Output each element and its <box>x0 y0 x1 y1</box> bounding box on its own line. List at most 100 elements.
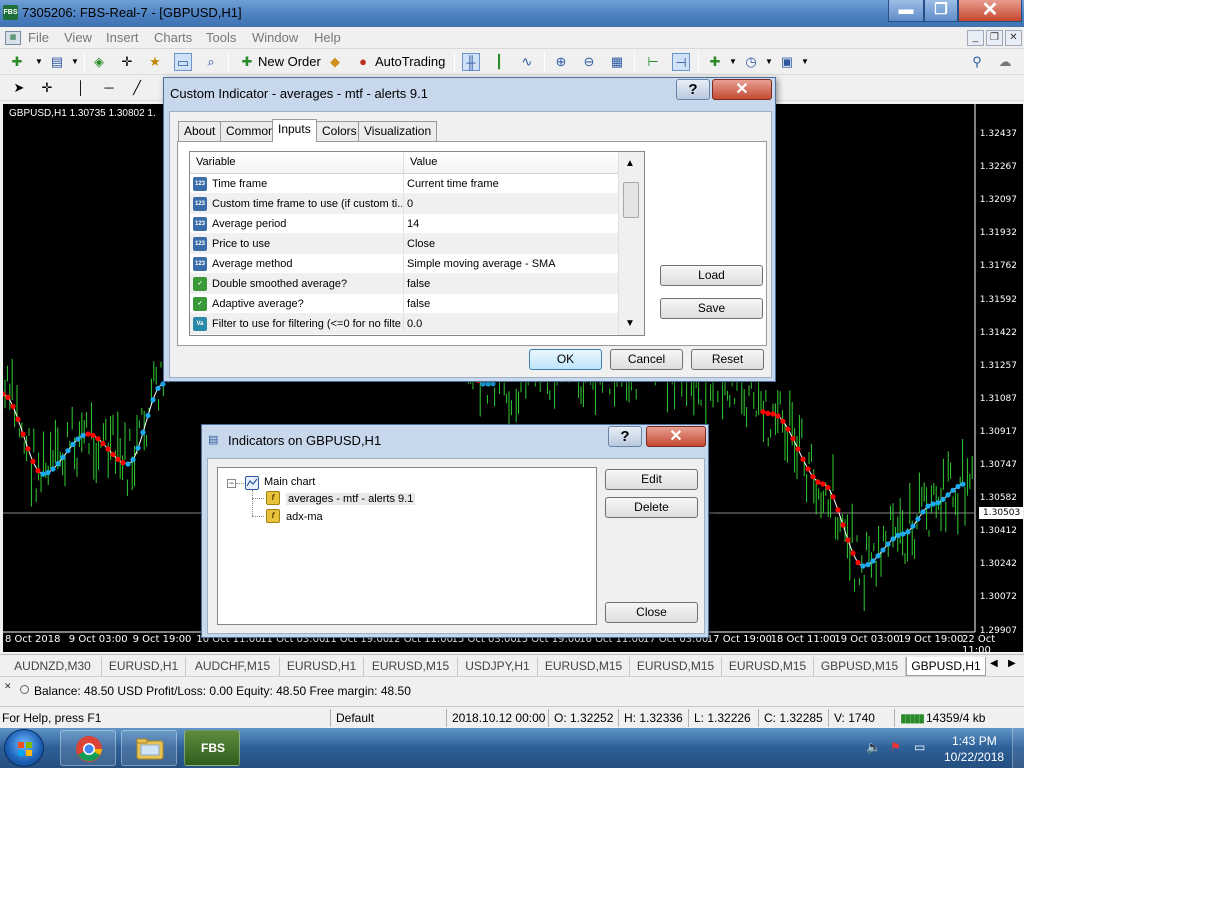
close-window-button[interactable]: ✕ <box>958 0 1022 22</box>
data-window-icon[interactable]: ✛ <box>118 53 136 71</box>
mdi-minimize-button[interactable]: _ <box>967 30 984 46</box>
table-row[interactable]: 123 Average method Simple moving average … <box>190 254 618 274</box>
autotrading-icon[interactable]: ● <box>354 53 372 71</box>
menu-help[interactable]: Help <box>314 30 341 45</box>
line-chart-icon[interactable]: ∿ <box>518 53 536 71</box>
variable-value[interactable]: false <box>407 278 430 290</box>
window-titlebar[interactable]: FBS 7305206: FBS-Real-7 - [GBPUSD,H1] ▬ … <box>0 0 1024 27</box>
scroll-up-icon[interactable]: ▲ <box>625 158 635 169</box>
zoom-out-icon[interactable]: ⊖ <box>580 53 598 71</box>
menu-window[interactable]: Window <box>252 30 298 45</box>
load-button[interactable]: Load <box>660 265 763 286</box>
grid-scrollbar[interactable]: ▲ ▼ <box>618 152 644 335</box>
header-variable[interactable]: Variable <box>196 156 236 168</box>
chart-tab-active[interactable]: GBPUSD,H1 <box>906 657 986 676</box>
table-row[interactable]: 123 Time frame Current time frame <box>190 174 618 194</box>
chart-tab[interactable]: AUDCHF,M15 <box>186 657 280 676</box>
new-chart-icon[interactable]: ✚ <box>8 53 26 71</box>
variable-value[interactable]: 0.0 <box>407 318 422 330</box>
dropdown-arrow-icon[interactable]: ▼ <box>796 53 814 71</box>
menu-charts[interactable]: Charts <box>154 30 192 45</box>
autotrading-button[interactable]: AutoTrading <box>375 53 445 71</box>
table-row[interactable]: ✓ Double smoothed average? false <box>190 274 618 294</box>
close-dialog-button[interactable]: ✕ <box>646 426 706 447</box>
reset-button[interactable]: Reset <box>691 349 764 370</box>
tree-node-main-chart[interactable]: Main chart <box>264 476 315 488</box>
close-button[interactable]: Close <box>605 602 698 623</box>
profiles-icon[interactable]: ▤ <box>48 53 66 71</box>
taskbar-chrome[interactable] <box>60 730 116 766</box>
dropdown-arrow-icon[interactable]: ▼ <box>724 53 742 71</box>
chart-tab[interactable]: EURUSD,M15 <box>538 657 630 676</box>
chart-tab[interactable]: GBPUSD,M15 <box>814 657 906 676</box>
new-order-button[interactable]: New Order <box>258 53 321 71</box>
save-button[interactable]: Save <box>660 298 763 319</box>
tab-inputs[interactable]: Inputs <box>272 119 317 142</box>
candlestick-chart-icon[interactable]: ┃ <box>490 53 508 71</box>
vertical-line-icon[interactable]: │ <box>72 79 90 97</box>
cancel-button[interactable]: Cancel <box>610 349 683 370</box>
auto-scroll-icon[interactable]: ⊣ <box>672 53 690 71</box>
new-order-icon[interactable]: ✚ <box>238 53 256 71</box>
dropdown-arrow-icon[interactable]: ▼ <box>66 53 84 71</box>
help-button[interactable]: ? <box>676 79 710 100</box>
maximize-button[interactable]: ❐ <box>924 0 958 22</box>
chat-icon[interactable]: ☁ <box>996 53 1014 71</box>
chart-tab[interactable]: EURUSD,M15 <box>364 657 458 676</box>
chart-tab[interactable]: USDJPY,H1 <box>458 657 538 676</box>
mdi-window-icon[interactable]: ▦ <box>5 31 21 45</box>
close-terminal-icon[interactable]: ✕ <box>4 681 12 692</box>
indicators-icon[interactable]: ✚ <box>706 53 724 71</box>
table-row[interactable]: 123 Custom time frame to use (if custom t… <box>190 194 618 214</box>
navigator-icon[interactable]: ★ <box>146 53 164 71</box>
chart-tab[interactable]: EURUSD,M15 <box>630 657 722 676</box>
menu-file[interactable]: File <box>28 30 49 45</box>
chart-tab[interactable]: EURUSD,M15 <box>722 657 814 676</box>
delete-button[interactable]: Delete <box>605 497 698 518</box>
crosshair-icon[interactable]: ✛ <box>38 79 56 97</box>
bar-chart-icon[interactable]: ╫ <box>462 53 480 71</box>
variable-value[interactable]: false <box>407 298 430 310</box>
clock-time[interactable]: 1:43 PM <box>952 734 997 748</box>
tree-node-indicator[interactable]: averages - mtf - alerts 9.1 <box>286 493 416 505</box>
menu-insert[interactable]: Insert <box>106 30 139 45</box>
edit-button[interactable]: Edit <box>605 469 698 490</box>
minimize-button[interactable]: ▬ <box>888 0 924 22</box>
horizontal-line-icon[interactable]: ─ <box>100 79 118 97</box>
tab-scroll-right-icon[interactable]: ▶ <box>1008 658 1016 669</box>
network-error-icon[interactable]: ⚑ <box>890 740 901 754</box>
mdi-close-button[interactable]: ✕ <box>1005 30 1022 46</box>
tile-windows-icon[interactable]: ▦ <box>608 53 626 71</box>
start-button[interactable] <box>4 729 44 767</box>
header-value[interactable]: Value <box>410 156 437 168</box>
tab-scroll-left-icon[interactable]: ◀ <box>990 658 998 669</box>
taskbar-fbs-terminal[interactable]: FBS <box>184 730 240 766</box>
tree-node-indicator[interactable]: adx-ma <box>286 511 323 523</box>
tab-visualization[interactable]: Visualization <box>358 121 438 141</box>
help-button[interactable]: ? <box>608 426 642 447</box>
cursor-icon[interactable]: ➤ <box>10 79 28 97</box>
menu-view[interactable]: View <box>64 30 92 45</box>
chart-tab[interactable]: EURUSD,H1 <box>102 657 186 676</box>
scroll-down-icon[interactable]: ▼ <box>625 318 635 329</box>
chart-tab[interactable]: EURUSD,H1 <box>280 657 364 676</box>
dropdown-arrow-icon[interactable]: ▼ <box>30 53 48 71</box>
trendline-icon[interactable]: ╱ <box>128 79 146 97</box>
strategy-tester-icon[interactable]: ⌕ <box>202 53 220 71</box>
action-center-icon[interactable]: ▭ <box>914 740 925 754</box>
close-dialog-button[interactable]: ✕ <box>712 79 772 100</box>
clock-date[interactable]: 10/22/2018 <box>944 750 1004 764</box>
periods-icon[interactable]: ◷ <box>742 53 760 71</box>
table-row[interactable]: Va Filter to use for filtering (<=0 for n… <box>190 314 618 334</box>
menu-tools[interactable]: Tools <box>206 30 236 45</box>
variable-value[interactable]: Simple moving average - SMA <box>407 258 556 270</box>
scroll-thumb[interactable] <box>623 182 639 218</box>
variable-value[interactable]: Current time frame <box>407 178 499 190</box>
metaeditor-icon[interactable]: ◆ <box>326 53 344 71</box>
table-row[interactable]: 123 Average period 14 <box>190 214 618 234</box>
search-icon[interactable]: ⚲ <box>968 53 986 71</box>
table-row[interactable]: 123 Price to use Close <box>190 234 618 254</box>
zoom-in-icon[interactable]: ⊕ <box>552 53 570 71</box>
mdi-restore-button[interactable]: ❐ <box>986 30 1003 46</box>
collapse-icon[interactable]: − <box>227 479 236 488</box>
